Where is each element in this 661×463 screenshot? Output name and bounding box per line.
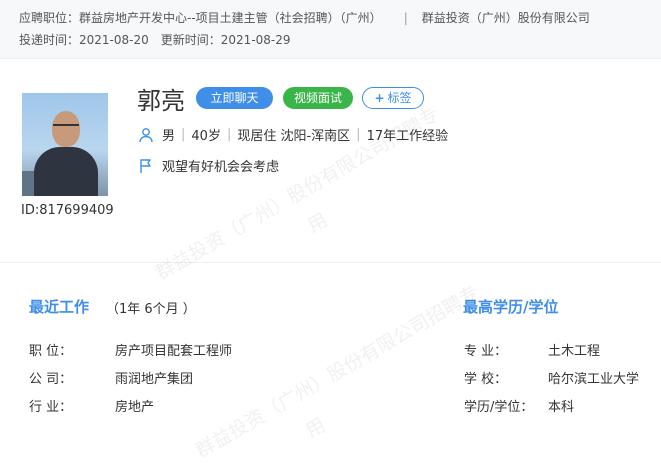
work-industry-value: 房地产 bbox=[115, 400, 155, 415]
experience: 17年工作经验 bbox=[366, 129, 449, 144]
application-info-bar: 应聘职位：群益房地产开发中心--项目土建主管（社会招聘）（广州） | 群益投资（广州… bbox=[0, 0, 661, 59]
work-position-label: 职 位： bbox=[29, 344, 73, 359]
recent-work-duration: （1年 6个月 ） bbox=[106, 302, 196, 317]
edu-degree-value: 本科 bbox=[548, 400, 575, 415]
add-tag-button[interactable]: + 标签 bbox=[362, 87, 424, 109]
chat-now-button[interactable]: 立即聊天 bbox=[196, 87, 273, 109]
intent-text: 观望有好机会会考虑 bbox=[162, 160, 280, 175]
person-icon bbox=[139, 127, 153, 142]
job-intent: 观望有好机会会考虑 bbox=[138, 156, 279, 175]
flag-icon bbox=[140, 158, 151, 173]
work-company-label: 公 司： bbox=[29, 372, 73, 387]
candidate-name: 郭亮 bbox=[137, 87, 185, 115]
position-line: 应聘职位：群益房地产开发中心--项目土建主管（社会招聘）（广州） | 群益投资（广州… bbox=[19, 9, 590, 26]
edu-major-label: 专 业： bbox=[464, 344, 508, 359]
company-name: 群益投资（广州）股份有限公司 bbox=[421, 11, 590, 25]
header-separator: | bbox=[403, 11, 408, 25]
edu-major-value: 土木工程 bbox=[548, 344, 601, 359]
apply-date: 2021-08-20 bbox=[79, 33, 149, 47]
recent-work-title: 最近工作 bbox=[29, 298, 90, 316]
avatar bbox=[22, 93, 108, 196]
watermark-text: 群益投资（广州）股份有限公司招聘专 bbox=[192, 281, 483, 463]
dates-line: 投递时间：2021-08-20 更新时间：2021-08-29 bbox=[19, 31, 291, 48]
work-industry-label: 行 业： bbox=[29, 400, 73, 415]
residence: 现居住 沈阳-浑南区 bbox=[237, 129, 351, 144]
watermark-text: 用 bbox=[304, 208, 332, 238]
edu-degree-label: 学历/学位： bbox=[464, 400, 534, 415]
age: 40岁 bbox=[191, 129, 221, 144]
update-label: 更新时间： bbox=[160, 33, 221, 47]
watermark-text: 用 bbox=[302, 413, 330, 443]
video-interview-button[interactable]: 视频面试 bbox=[283, 87, 353, 109]
apply-label: 投递时间： bbox=[19, 33, 80, 47]
education-title: 最高学历/学位 bbox=[463, 298, 559, 316]
gender: 男 bbox=[162, 129, 176, 144]
work-company-value: 雨润地产集团 bbox=[115, 372, 194, 387]
basic-info: 男 | 40岁 | 现居住 沈阳-浑南区 | 17年工作经验 bbox=[138, 125, 448, 144]
candidate-id: ID:817699409 bbox=[21, 203, 114, 218]
position-label: 应聘职位： bbox=[19, 11, 80, 25]
update-date: 2021-08-29 bbox=[220, 33, 291, 47]
work-position-value: 房产项目配套工程师 bbox=[115, 344, 233, 359]
plus-icon: + bbox=[374, 91, 385, 105]
section-divider bbox=[0, 262, 661, 263]
edu-school-label: 学 校： bbox=[464, 372, 508, 387]
position-value: 群益房地产开发中心--项目土建主管（社会招聘）（广州） bbox=[79, 11, 382, 25]
edu-school-value: 哈尔滨工业大学 bbox=[548, 372, 640, 387]
add-tag-label: 标签 bbox=[387, 91, 412, 105]
